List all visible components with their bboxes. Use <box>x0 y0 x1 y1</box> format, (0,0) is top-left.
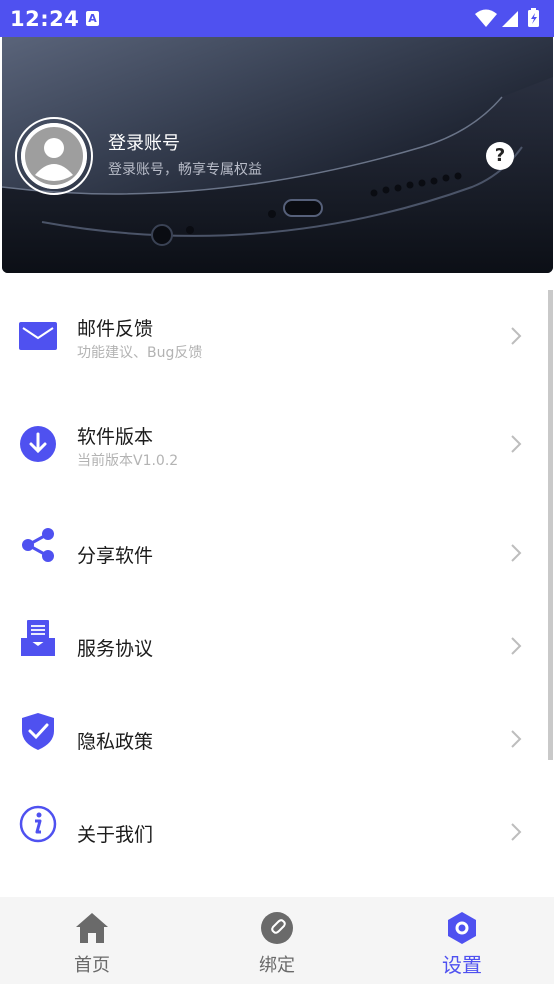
status-bar: 12:24 A <box>0 0 554 37</box>
nav-label: 绑定 <box>259 955 295 976</box>
nav-label: 首页 <box>74 955 110 976</box>
menu-item-share[interactable]: 分享软件 <box>0 506 554 599</box>
chevron-right-icon <box>511 823 522 841</box>
menu-item-about[interactable]: 关于我们 <box>0 785 554 878</box>
avatar[interactable] <box>15 117 93 195</box>
login-title[interactable]: 登录账号 <box>108 129 180 155</box>
menu-item-feedback[interactable]: 邮件反馈 功能建议、Bug反馈 <box>0 290 554 398</box>
info-icon <box>19 805 57 843</box>
mail-icon <box>19 322 57 350</box>
menu-item-agreement[interactable]: 服务协议 <box>0 599 554 692</box>
menu-item-subtitle: 当前版本V1.0.2 <box>77 453 179 469</box>
download-icon <box>20 426 56 462</box>
help-icon[interactable]: ? <box>486 142 514 170</box>
link-icon <box>261 912 293 944</box>
notification-icon: A <box>86 11 99 26</box>
system-status-icons <box>475 8 539 27</box>
account-header[interactable]: 登录账号 登录账号，畅享专属权益 ? <box>2 37 553 273</box>
home-icon <box>76 913 108 943</box>
settings-hex-icon <box>448 912 476 944</box>
settings-menu: 邮件反馈 功能建议、Bug反馈 软件版本 当前版本V1.0.2 分享软件 服务协… <box>0 290 554 878</box>
battery-icon <box>528 8 539 27</box>
wifi-icon <box>475 9 497 27</box>
agreement-icon <box>21 620 55 656</box>
bottom-nav: 首页 绑定 设置 <box>0 897 554 984</box>
chevron-right-icon <box>511 637 522 655</box>
shield-check-icon <box>22 713 54 750</box>
scrollbar[interactable] <box>548 290 553 760</box>
login-subtitle: 登录账号，畅享专属权益 <box>108 162 262 178</box>
menu-item-version[interactable]: 软件版本 当前版本V1.0.2 <box>0 398 554 506</box>
nav-bind[interactable]: 绑定 <box>185 897 369 984</box>
menu-item-subtitle: 功能建议、Bug反馈 <box>77 345 203 361</box>
chevron-right-icon <box>511 327 522 345</box>
menu-item-privacy[interactable]: 隐私政策 <box>0 692 554 785</box>
menu-item-label: 邮件反馈 <box>77 318 154 340</box>
nav-label: 设置 <box>442 953 482 977</box>
status-time: 12:24 <box>10 7 80 31</box>
nav-home[interactable]: 首页 <box>0 897 184 984</box>
menu-item-label: 分享软件 <box>77 545 154 567</box>
chevron-right-icon <box>511 435 522 453</box>
nav-settings[interactable]: 设置 <box>370 897 554 984</box>
signal-icon <box>502 11 518 27</box>
share-icon <box>22 528 54 562</box>
user-silhouette-icon <box>21 123 87 189</box>
menu-item-label: 软件版本 <box>77 426 154 448</box>
chevron-right-icon <box>511 730 522 748</box>
menu-item-label: 隐私政策 <box>77 731 154 753</box>
menu-item-label: 关于我们 <box>77 824 154 846</box>
chevron-right-icon <box>511 544 522 562</box>
menu-item-label: 服务协议 <box>77 638 154 660</box>
